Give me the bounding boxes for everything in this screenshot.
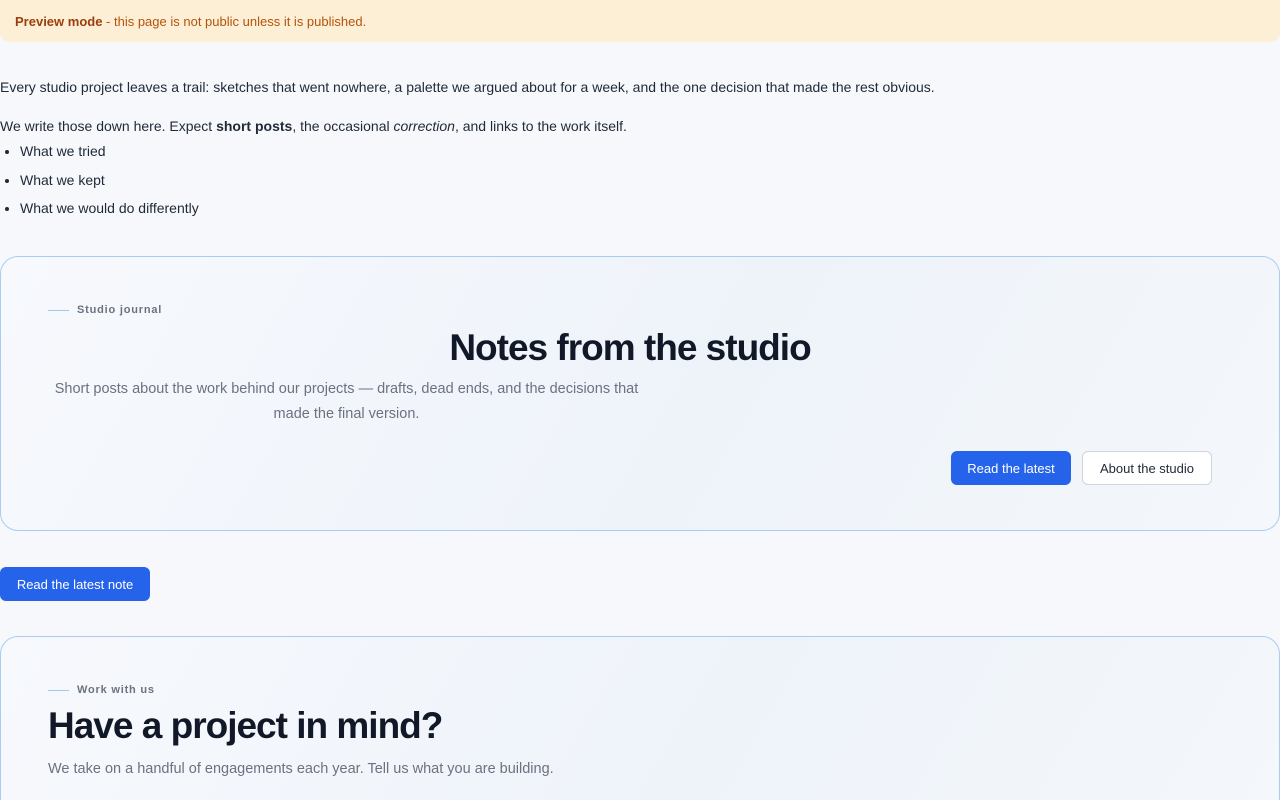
list-item: What we kept	[20, 171, 199, 200]
hero-eyebrow: Studio journal	[48, 304, 162, 316]
intro-italic-text: correction	[393, 118, 455, 134]
about-studio-button[interactable]: About the studio	[1082, 451, 1212, 485]
list-item: What we tried	[20, 142, 199, 171]
hero-eyebrow-label: Studio journal	[77, 304, 163, 316]
hero-title: Notes from the studio	[449, 327, 811, 368]
preview-mode-label: Preview mode	[15, 13, 103, 29]
read-latest-button[interactable]: Read the latest	[951, 451, 1071, 485]
intro-text: We write those down here. Expect	[0, 118, 217, 134]
cta-eyebrow-label: Work with us	[77, 684, 155, 696]
eyebrow-rule	[48, 689, 69, 691]
intro-paragraph: Every studio project leaves a trail: ske…	[0, 79, 935, 95]
list-item: What we would do differently	[20, 199, 199, 228]
preview-banner: Preview mode - this page is not public u…	[0, 0, 1280, 42]
intro-bold-text: short posts	[216, 118, 293, 134]
intro-text: , the occasional	[292, 118, 394, 134]
intro-paragraph-2: We write those down here. Expect short p…	[0, 117, 627, 135]
cta-eyebrow: Work with us	[48, 684, 155, 696]
cta-title: Have a project in mind?	[48, 705, 443, 746]
hero-card: Studio journal Notes from the studio Sho…	[0, 256, 1280, 531]
read-latest-note-button[interactable]: Read the latest note	[0, 567, 150, 601]
cta-subtitle: We take on a handful of engagements each…	[48, 761, 554, 777]
hero-subtitle: Short posts about the work behind our pr…	[54, 381, 639, 422]
intro-text: , and links to the work itself.	[454, 118, 627, 134]
preview-mode-message: - this page is not public unless it is p…	[102, 13, 367, 29]
intro-list: What we tried What we kept What we would…	[20, 142, 199, 228]
eyebrow-rule	[48, 309, 69, 311]
cta-card: Work with us Have a project in mind? We …	[0, 636, 1280, 800]
